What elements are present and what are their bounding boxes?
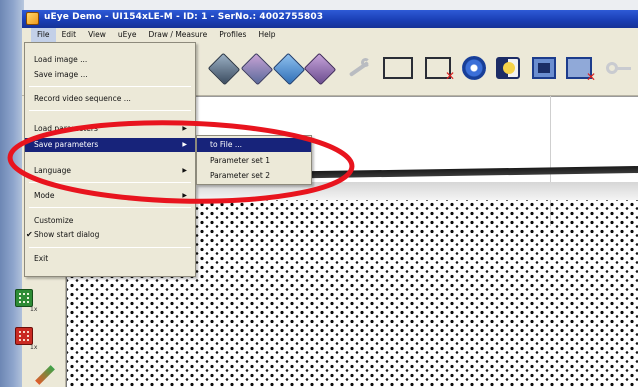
window-title: uEye Demo - UI154xLE-M - ID: 1 - SerNo.:… xyxy=(44,12,324,22)
app-icon xyxy=(26,12,39,25)
menu-item-mode[interactable]: Mode ▶ xyxy=(25,189,195,203)
submenu-arrow-icon: ▶ xyxy=(182,192,187,199)
menu-profiles[interactable]: Profiles xyxy=(213,28,252,42)
key-icon[interactable] xyxy=(606,60,632,76)
submenu-arrow-icon: ▶ xyxy=(182,167,187,174)
menu-item-load-image[interactable]: Load image ... xyxy=(25,53,195,67)
rectangle-icon[interactable] xyxy=(383,57,413,79)
menu-item-language[interactable]: Language ▶ xyxy=(25,164,195,178)
menu-item-label: Save parameters xyxy=(34,140,99,149)
menu-bar: File Edit View uEye Draw / Measure Profi… xyxy=(22,28,638,42)
save-parameters-submenu: to File ... Parameter set 1 Parameter se… xyxy=(196,135,312,185)
menu-edit[interactable]: Edit xyxy=(56,28,83,42)
submenu-arrow-icon: ▶ xyxy=(182,141,187,148)
menu-item-label: Language xyxy=(34,166,72,175)
submenu-item-to-file[interactable]: to File ... xyxy=(197,138,311,152)
screen: uEye Demo - UI154xLE-M - ID: 1 - SerNo.:… xyxy=(0,0,638,387)
wrench-icon[interactable] xyxy=(345,58,371,78)
menu-item-label: Show start dialog xyxy=(34,230,100,239)
zoom-in-icon[interactable] xyxy=(15,289,33,307)
rectangle-delete-icon[interactable]: ✕ xyxy=(425,57,455,83)
menu-help[interactable]: Help xyxy=(252,28,281,42)
half-frame-icon[interactable] xyxy=(496,57,520,79)
menu-item-label: Load image ... xyxy=(34,55,88,64)
menu-item-label: Exit xyxy=(34,254,49,263)
zoom-out-sub-label: 1x xyxy=(30,344,38,351)
title-bar[interactable]: uEye Demo - UI154xLE-M - ID: 1 - SerNo.:… xyxy=(22,10,638,28)
menu-item-customize[interactable]: Customize xyxy=(25,214,195,228)
menu-separator xyxy=(29,110,191,111)
file-menu: Load image ... Save image ... Record vid… xyxy=(24,42,196,277)
gear-icon[interactable] xyxy=(462,56,486,80)
menu-separator xyxy=(29,207,191,208)
menu-item-label: Record video sequence ... xyxy=(34,94,131,103)
menu-separator xyxy=(29,182,191,183)
menu-item-exit[interactable]: Exit xyxy=(25,252,195,266)
menu-separator xyxy=(29,247,191,248)
menu-item-label: Customize xyxy=(34,216,74,225)
submenu-arrow-icon: ▶ xyxy=(182,125,187,132)
menu-separator xyxy=(29,86,191,87)
menu-ueye[interactable]: uEye xyxy=(112,28,143,42)
menu-item-save-parameters[interactable]: Save parameters ▶ xyxy=(25,138,195,152)
menu-file[interactable]: File xyxy=(31,28,56,42)
menu-item-label: Save image ... xyxy=(34,70,88,79)
menu-item-load-parameters[interactable]: Load parameters ▶ xyxy=(25,122,195,136)
frame-icon[interactable] xyxy=(532,57,556,79)
menu-item-label: Load parameters xyxy=(34,124,98,133)
menu-item-label: Mode xyxy=(34,191,55,200)
frame-delete-icon[interactable]: ✕ xyxy=(566,57,596,84)
menu-item-show-start-dialog[interactable]: ✔ Show start dialog xyxy=(25,228,195,242)
menu-view[interactable]: View xyxy=(82,28,112,42)
checkmark-icon: ✔ xyxy=(26,230,33,239)
menu-item-save-image[interactable]: Save image ... xyxy=(25,68,195,82)
zoom-out-icon[interactable] xyxy=(15,327,33,345)
submenu-item-parameter-set-1[interactable]: Parameter set 1 xyxy=(197,154,311,168)
menu-draw-measure[interactable]: Draw / Measure xyxy=(142,28,213,42)
menu-item-record-video[interactable]: Record video sequence ... xyxy=(25,92,195,106)
zoom-in-sub-label: 1x xyxy=(30,306,38,313)
submenu-item-parameter-set-2[interactable]: Parameter set 2 xyxy=(197,169,311,183)
